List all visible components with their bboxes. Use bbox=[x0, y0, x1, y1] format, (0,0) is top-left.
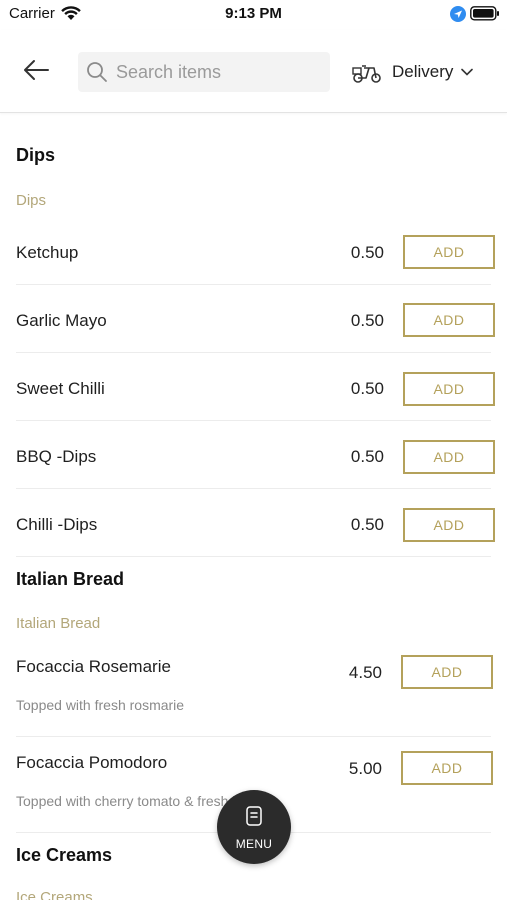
divider bbox=[16, 284, 491, 285]
menu-list[interactable]: Dips Dips Ketchup 0.50 ADD Garlic Mayo 0… bbox=[0, 114, 507, 900]
add-button-bbq-dips[interactable]: ADD bbox=[403, 440, 495, 474]
section-title-italian-bread: Italian Bread bbox=[16, 569, 125, 589]
item-name: Sweet Chilli bbox=[16, 379, 105, 398]
divider bbox=[16, 488, 491, 489]
section-subtitle-dips: Dips bbox=[16, 192, 47, 209]
battery-icon bbox=[470, 6, 500, 26]
item-name: Chilli -Dips bbox=[16, 515, 98, 534]
divider bbox=[16, 420, 491, 421]
divider bbox=[16, 556, 491, 557]
add-button-garlic-mayo[interactable]: ADD bbox=[403, 303, 495, 337]
item-price: 0.50 bbox=[350, 311, 384, 330]
delivery-mode-selector[interactable]: Delivery bbox=[352, 58, 474, 86]
menu-card-icon bbox=[246, 805, 262, 831]
item-price: 5.00 bbox=[348, 759, 382, 778]
back-button[interactable] bbox=[18, 54, 54, 90]
menu-label: MENU bbox=[235, 836, 273, 851]
add-button-focaccia-rosemarie[interactable]: ADD bbox=[401, 655, 493, 689]
item-price: 0.50 bbox=[350, 447, 384, 466]
search-box[interactable] bbox=[78, 52, 330, 92]
status-bar: Carrier 9:13 PM bbox=[0, 0, 507, 30]
item-name: BBQ -Dips bbox=[16, 447, 97, 466]
divider bbox=[16, 352, 491, 353]
add-button-sweet-chilli[interactable]: ADD bbox=[403, 372, 495, 406]
item-name: Ketchup bbox=[16, 243, 79, 262]
divider bbox=[16, 736, 491, 737]
section-subtitle-italian-bread: Italian Bread bbox=[16, 615, 101, 632]
add-button-chilli-dips[interactable]: ADD bbox=[403, 508, 495, 542]
menu-button[interactable]: MENU bbox=[217, 790, 291, 864]
section-title-dips: Dips bbox=[16, 145, 56, 165]
back-arrow-icon bbox=[23, 59, 49, 86]
location-icon bbox=[450, 6, 466, 27]
item-price: 0.50 bbox=[350, 243, 384, 262]
item-name: Focaccia Rosemarie bbox=[16, 657, 171, 676]
search-input[interactable] bbox=[116, 52, 321, 92]
section-subtitle-ice-creams: Ice Creams bbox=[16, 889, 93, 900]
item-name: Focaccia Pomodoro bbox=[16, 753, 168, 772]
item-price: 4.50 bbox=[348, 663, 382, 682]
header-bar: Delivery bbox=[0, 30, 507, 113]
chevron-down-icon bbox=[461, 63, 474, 81]
scooter-icon bbox=[352, 60, 382, 84]
clock: 9:13 PM bbox=[225, 5, 282, 22]
add-button-focaccia-pomodoro[interactable]: ADD bbox=[401, 751, 493, 785]
item-price: 0.50 bbox=[350, 515, 384, 534]
delivery-label: Delivery bbox=[392, 62, 454, 81]
item-name: Garlic Mayo bbox=[16, 311, 107, 330]
item-price: 0.50 bbox=[350, 379, 384, 398]
section-title-ice-creams: Ice Creams bbox=[16, 845, 113, 865]
search-icon bbox=[86, 61, 108, 88]
add-button-ketchup[interactable]: ADD bbox=[403, 235, 495, 269]
item-description: Topped with fresh rosmarie bbox=[16, 697, 185, 713]
